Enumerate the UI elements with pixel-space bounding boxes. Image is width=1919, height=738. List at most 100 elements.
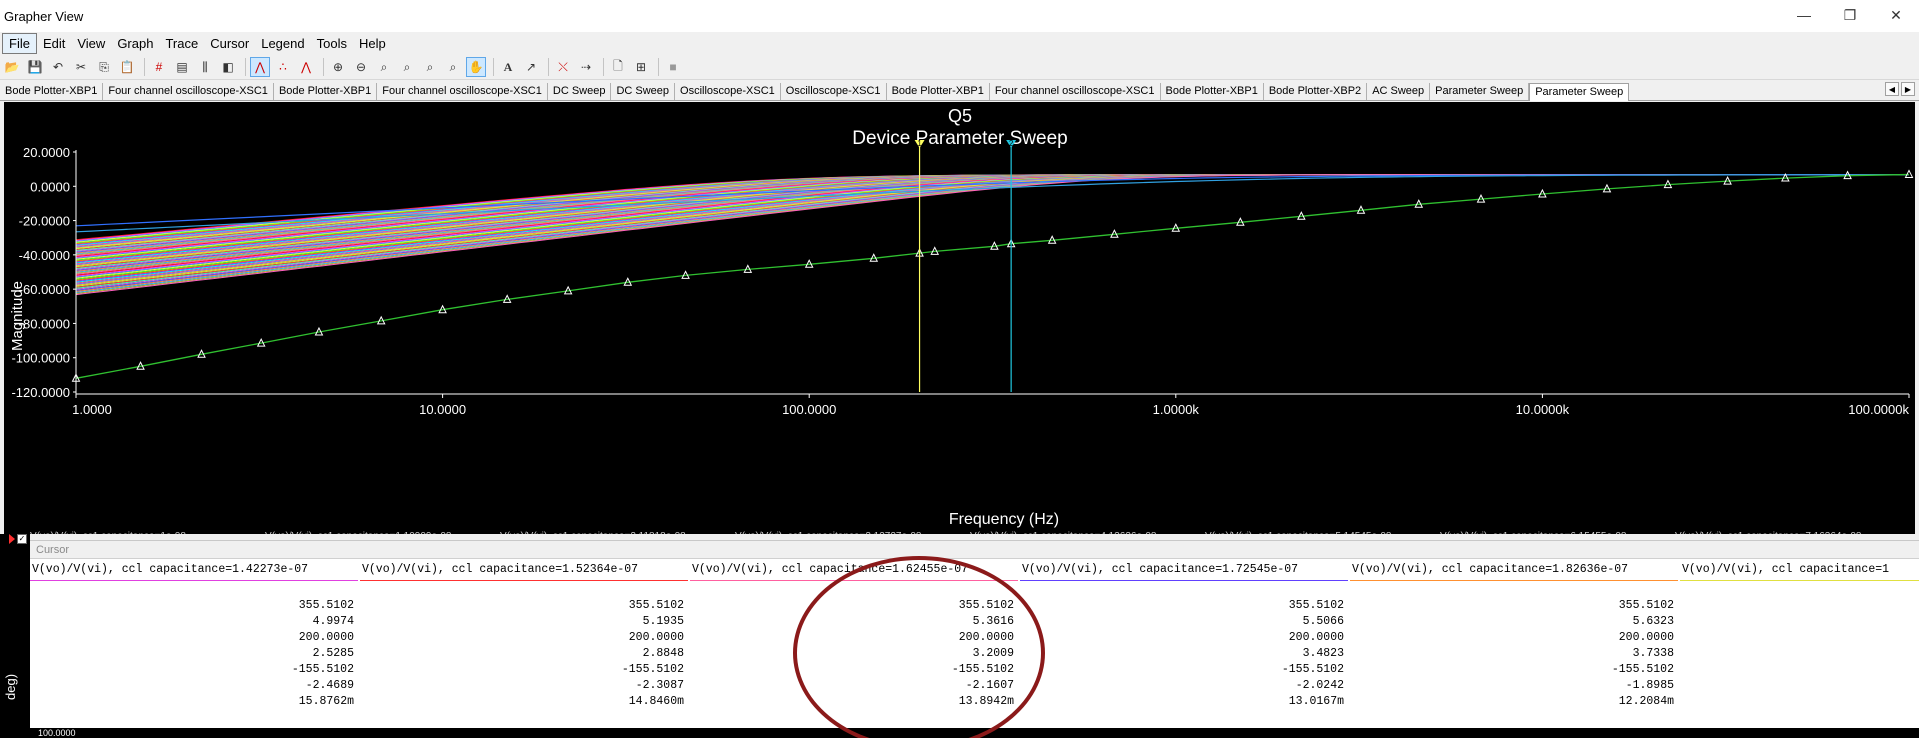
active-trace-marker-icon (9, 534, 15, 544)
zoom-in-icon[interactable]: ⊕ (328, 57, 348, 77)
legend-entry: V(vo)/V(vi), cc1 capacitance=2.11818e-08 (500, 531, 686, 534)
cursor-value: 5.6323 (1632, 615, 1674, 628)
tab-ac-sweep[interactable]: AC Sweep (1367, 83, 1431, 100)
cursor-column: V(vo)/V(vi), ccl capacitance=1.52364e-07… (360, 559, 688, 710)
grid-icon[interactable]: # (149, 57, 169, 77)
cursor-column-header: V(vo)/V(vi), ccl capacitance=1.72545e-07 (1020, 559, 1348, 581)
cursor-panel-title: Cursor (30, 541, 1919, 559)
menu-cursor[interactable]: Cursor (204, 34, 255, 53)
y-tick-label: 20.0000 (23, 145, 70, 160)
y-tick-label: -100.0000 (11, 351, 70, 366)
toolbar: 📂 💾 ↶ ✂ ⎘ 📋 # ▤ ⫼ ◧ ⋀ ∴ ⋀ ⊕ ⊖ ⌕ ⌕ ⌕ ⌕ ✋ … (0, 55, 1919, 80)
legend-checkbox[interactable]: ✓ (17, 534, 27, 544)
cursor-value: 14.8460m (628, 695, 684, 708)
text-icon[interactable]: A (498, 57, 518, 77)
tab-oscilloscope-xsc1[interactable]: Oscilloscope-XSC1 (675, 83, 781, 100)
graph-area[interactable]: Q5 Device Parameter Sweep 1 2 20.0000 0.00… (4, 102, 1915, 534)
x-tick-label: 1.0000 (72, 402, 112, 417)
stop-icon[interactable]: ■ (663, 57, 683, 77)
magnitude-chart[interactable]: Q5 Device Parameter Sweep 1 2 20.0000 0.00… (4, 102, 1915, 534)
y-tick-label: -80.0000 (19, 316, 70, 331)
cursor-value: -155.5102 (621, 663, 684, 676)
cursor-value: -155.5102 (291, 663, 354, 676)
menu-legend[interactable]: Legend (255, 34, 310, 53)
trace-icon[interactable]: ⋀ (250, 57, 270, 77)
menu-help[interactable]: Help (353, 34, 392, 53)
cursor-column-header: V(vo)/V(vi), ccl capacitance=1 (1680, 559, 1919, 581)
cursor-value: 5.5066 (1302, 615, 1344, 628)
open-icon[interactable]: 📂 (2, 57, 22, 77)
cursor-number: 1 (917, 139, 922, 148)
tab-bode-plotter-xbp1[interactable]: Bode Plotter-XBP1 (274, 83, 378, 100)
zoom-full-icon[interactable]: ⌕ (443, 57, 463, 77)
cursor-column: V(vo)/V(vi), ccl capacitance=1.42273e-07… (30, 559, 358, 710)
phase-tick-label: 100.0000 (38, 728, 76, 738)
maximize-button[interactable]: ❐ (1827, 0, 1873, 30)
menu-trace[interactable]: Trace (159, 34, 204, 53)
label-icon[interactable]: ↗ (521, 57, 541, 77)
y-tick-label: -60.0000 (19, 282, 70, 297)
pan-icon[interactable]: ✋ (466, 57, 486, 77)
zoom-area-icon[interactable]: ⌕ (374, 57, 394, 77)
zoom-out-icon[interactable]: ⊖ (351, 57, 371, 77)
y-axis-label: Magnitude (9, 281, 26, 351)
tab-oscilloscope-xsc1[interactable]: Oscilloscope-XSC1 (781, 83, 887, 100)
highlight-series-line (75, 173, 1910, 379)
menu-file[interactable]: File (2, 32, 37, 54)
legend-icon[interactable]: ▤ (172, 57, 192, 77)
minimize-button[interactable]: — (1781, 0, 1827, 30)
menu-graph[interactable]: Graph (111, 34, 159, 53)
menu-tools[interactable]: Tools (311, 34, 353, 53)
y-tick-label: 0.0000 (30, 179, 70, 194)
legend-entry: V(vo)/V(vi), cc1 capacitance=5.14545e-08 (1205, 531, 1392, 534)
zoom-y-icon[interactable]: ⌕ (420, 57, 440, 77)
export-icon[interactable]: ⇢ (576, 57, 596, 77)
y-tick-label: -120.0000 (11, 385, 70, 400)
menu-bar: File Edit View Graph Trace Cursor Legend… (0, 32, 1919, 54)
tab-bode-plotter-xbp1[interactable]: Bode Plotter-XBP1 (1161, 83, 1264, 100)
cursor-value: -155.5102 (1611, 663, 1674, 676)
tab-four-channel-oscilloscope-xsc1[interactable]: Four channel oscilloscope-XSC1 (103, 83, 274, 100)
copy-icon[interactable]: ⎘ (94, 57, 114, 77)
cursor-value: -2.0242 (1295, 679, 1344, 692)
tab-dc-sweep[interactable]: DC Sweep (611, 83, 676, 100)
faint-legend: V(vo)/V(vi), cc1 capacitance=1e-08 V(vo)/… (30, 531, 1862, 534)
tab-dc-sweep[interactable]: DC Sweep (548, 83, 612, 100)
trace-points-icon[interactable]: ∴ (273, 57, 293, 77)
trace-markers-icon[interactable]: ⋀ (296, 57, 316, 77)
tab-bode-plotter-xbp1[interactable]: Bode Plotter-XBP1 (0, 83, 104, 100)
zoom-x-icon[interactable]: ⌕ (397, 57, 417, 77)
tab-parameter-sweep-active[interactable]: Parameter Sweep (1529, 83, 1630, 101)
cursors-icon[interactable]: ⫼ (195, 57, 215, 77)
tab-four-channel-oscilloscope-xsc1[interactable]: Four channel oscilloscope-XSC1 (990, 83, 1161, 100)
cursor-value: 355.5102 (628, 599, 684, 612)
overlay-icon[interactable]: ⤬ (553, 57, 573, 77)
cut-icon[interactable]: ✂ (71, 57, 91, 77)
x-tick-label: 1.0000k (1153, 402, 1200, 417)
cursor-value: 3.4823 (1302, 647, 1344, 660)
cursor-column-header: V(vo)/V(vi), ccl capacitance=1.82636e-07 (1350, 559, 1678, 581)
cursor-value: 355.5102 (1618, 599, 1674, 612)
cursor-column: V(vo)/V(vi), ccl capacitance=1.72545e-07… (1020, 559, 1348, 710)
tab-bode-plotter-xbp1[interactable]: Bode Plotter-XBP1 (887, 83, 990, 100)
export-excel-icon[interactable]: ⊞ (631, 57, 651, 77)
menu-edit[interactable]: Edit (37, 34, 71, 53)
undo-icon[interactable]: ↶ (48, 57, 68, 77)
tab-bar: Bode Plotter-XBP1 Four channel oscillosc… (0, 81, 1919, 101)
legend-entry: V(vo)/V(vi), cc1 capacitance=7.16364e-08 (1675, 531, 1862, 534)
tab-scroll-left-icon[interactable]: ◀ (1885, 82, 1899, 96)
print-preview-icon[interactable]: 🗋 (608, 57, 628, 77)
tab-four-channel-oscilloscope-xsc1[interactable]: Four channel oscilloscope-XSC1 (377, 83, 548, 100)
save-icon[interactable]: 💾 (25, 57, 45, 77)
cursor-value: 15.8762m (298, 695, 354, 708)
tab-parameter-sweep[interactable]: Parameter Sweep (1430, 83, 1530, 100)
series-curves (75, 174, 1909, 296)
legend-entry: V(vo)/V(vi), cc1 capacitance=1e-08 (30, 531, 186, 534)
menu-view[interactable]: View (71, 34, 111, 53)
tab-bode-plotter-xbp2[interactable]: Bode Plotter-XBP2 (1264, 83, 1368, 100)
tab-scroll-right-icon[interactable]: ▶ (1901, 82, 1915, 96)
paste-icon[interactable]: 📋 (117, 57, 137, 77)
reverse-colors-icon[interactable]: ◧ (218, 57, 238, 77)
close-button[interactable]: ✕ (1873, 0, 1919, 30)
cursor-value: 4.9974 (312, 615, 354, 628)
